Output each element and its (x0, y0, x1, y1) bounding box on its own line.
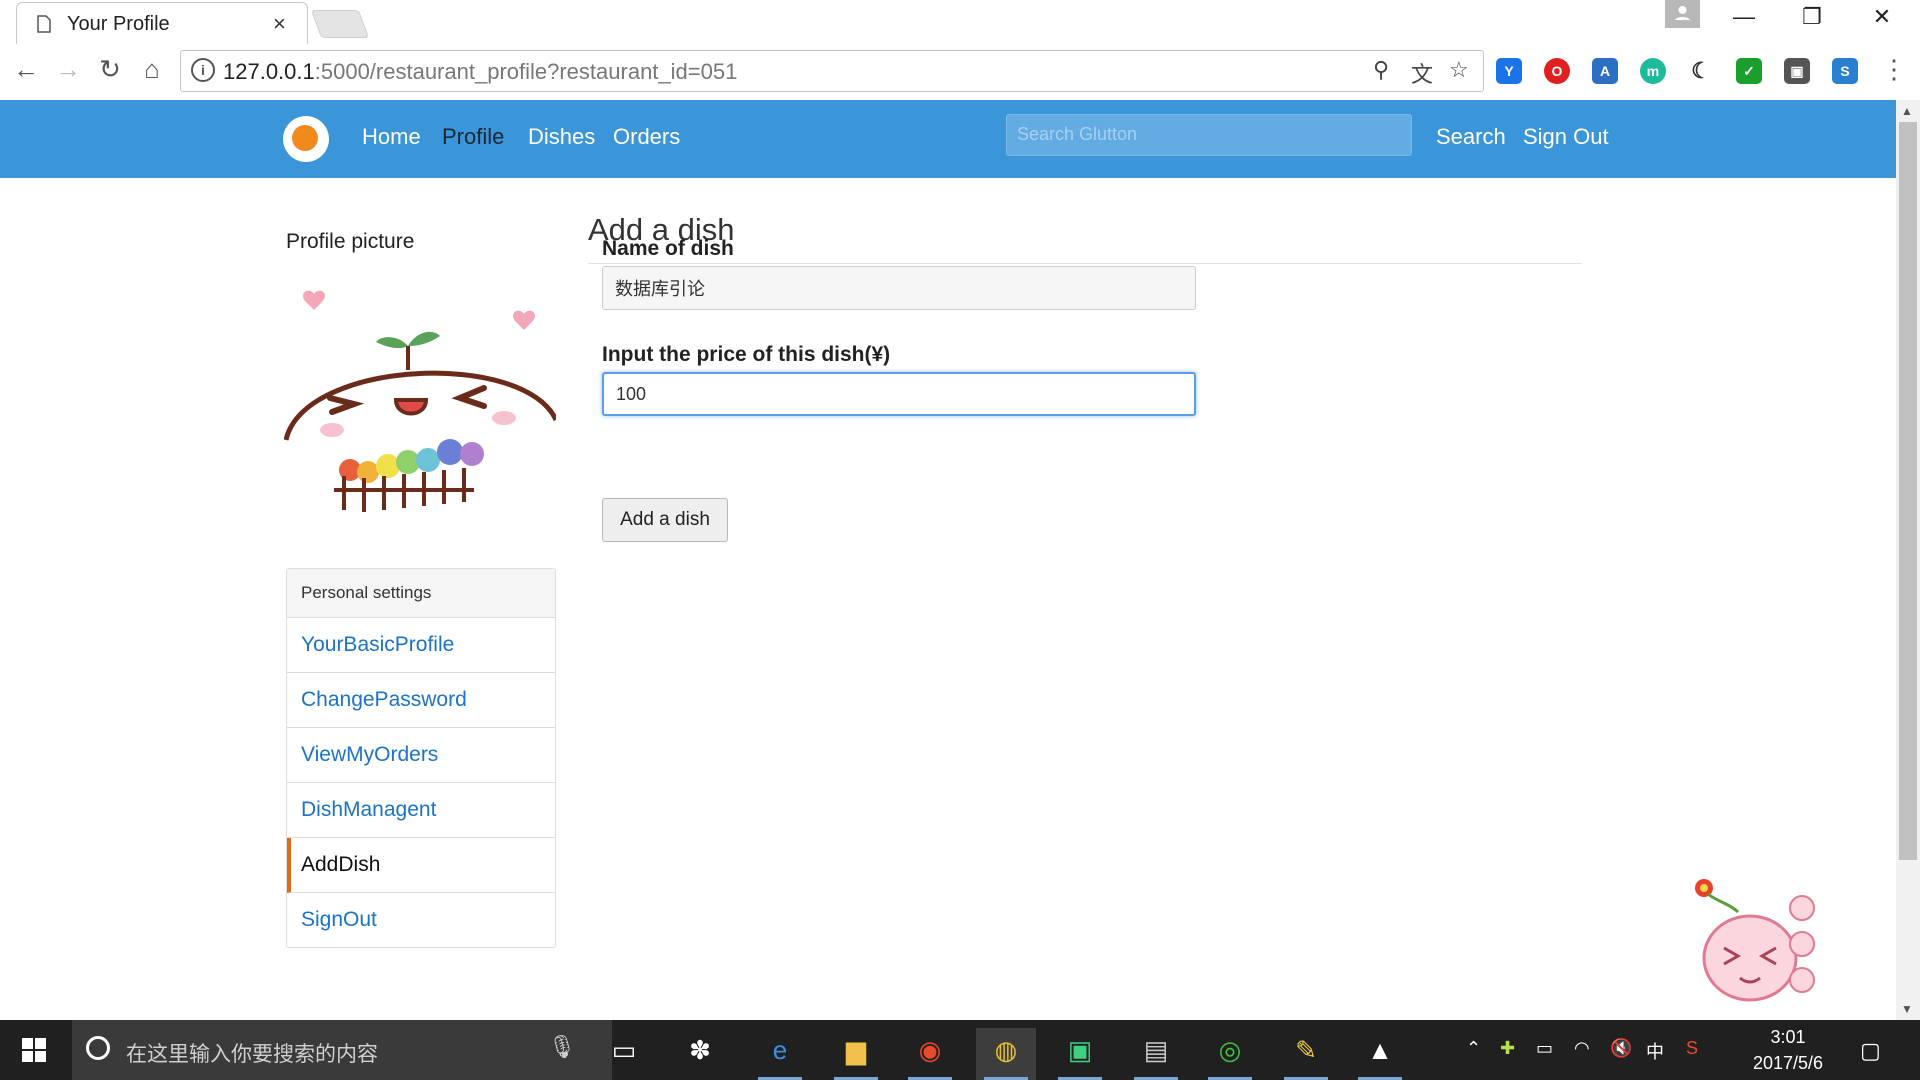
forward-icon[interactable]: → (50, 54, 86, 85)
cortana-icon (86, 1036, 110, 1060)
close-window-button[interactable]: ✕ (1862, 4, 1902, 30)
scroll-down-icon[interactable]: ▼ (1901, 1002, 1913, 1016)
signout-link[interactable]: Sign Out (1523, 124, 1609, 150)
url-host: 127.0.0.1 (223, 59, 315, 84)
user-profile-icon[interactable] (1665, 0, 1700, 28)
profile-picture-title: Profile picture (286, 230, 415, 253)
add-dish-button[interactable]: Add a dish (602, 498, 728, 542)
dish-price-input[interactable] (602, 372, 1196, 416)
terminal-icon[interactable]: ▤ (1126, 1028, 1186, 1080)
wechat-icon[interactable]: ◎ (1200, 1028, 1260, 1080)
sidebar-item-changepassword[interactable]: ChangePassword (287, 673, 555, 728)
extension-adblock-icon[interactable]: O (1544, 58, 1570, 84)
bookmark-star-icon[interactable]: ☆ (1449, 57, 1469, 83)
minimize-button[interactable]: — (1724, 4, 1764, 30)
dish-name-label: Name of dish (602, 237, 734, 260)
windows-taskbar: 在这里输入你要搜索的内容 🎙 ▭ ✽ e ▆ ◉ ◍ ▣ ▤ ◎ ✎ ▲ ⌃ ✚… (0, 1020, 1920, 1080)
nav-profile-link[interactable]: Profile (442, 124, 504, 150)
clock-time: 3:01 (1770, 1027, 1806, 1047)
scroll-thumb[interactable] (1899, 122, 1917, 860)
extension-s-icon[interactable]: S (1832, 58, 1858, 84)
home-icon[interactable]: ⌂ (134, 54, 170, 85)
nav-home-link[interactable]: Home (362, 124, 421, 150)
info-icon[interactable]: i (191, 58, 215, 82)
restore-button[interactable]: ❐ (1792, 4, 1832, 30)
pinwheel-app-icon[interactable]: ✽ (670, 1028, 730, 1080)
sidebar-item-dishmanagent[interactable]: DishManagent (287, 783, 555, 838)
photos-app-icon[interactable]: ▲ (1350, 1028, 1410, 1080)
sogou-input-icon[interactable]: S (1686, 1038, 1698, 1059)
battery-icon[interactable]: ▭ (1536, 1038, 1553, 1059)
volume-muted-icon[interactable]: 🔇 (1610, 1038, 1632, 1059)
sidebar-item-adddish[interactable]: AddDish (287, 838, 555, 893)
extension-shield-icon[interactable]: ✓ (1736, 58, 1762, 84)
music-app-icon[interactable]: ◉ (900, 1028, 960, 1080)
site-logo-icon[interactable] (283, 116, 329, 162)
task-view-icon[interactable]: ▭ (594, 1028, 654, 1080)
site-search-box (1006, 114, 1412, 156)
extension-y-icon[interactable]: Y (1496, 58, 1522, 84)
browser-toolbar: ← → ↻ ⌂ i 127.0.0.1:5000/restaurant_prof… (0, 44, 1920, 101)
tray-expand-icon[interactable]: ⌃ (1466, 1038, 1481, 1059)
tab-close-icon[interactable]: × (273, 11, 286, 37)
mascot-sticker-image (1695, 879, 1815, 1002)
notification-center-icon[interactable]: ▢ (1860, 1038, 1881, 1064)
page-scrollbar[interactable]: ▲ ▼ (1896, 100, 1920, 1020)
chrome-browser-icon[interactable]: ◍ (976, 1028, 1036, 1080)
settings-heading: Personal settings (287, 569, 555, 618)
extension-translate-icon[interactable]: A (1592, 58, 1618, 84)
extension-m-icon[interactable]: m (1640, 58, 1666, 84)
pycharm-icon[interactable]: ▣ (1050, 1028, 1110, 1080)
menu-icon[interactable]: ⋮ (1876, 54, 1912, 85)
clock-date: 2017/5/6 (1752, 1053, 1824, 1073)
taskbar-clock[interactable]: 3:01 2017/5/6 (1728, 1024, 1848, 1076)
site-search-input[interactable] (1007, 115, 1407, 153)
sidebar-item-yourbasicprofile[interactable]: YourBasicProfile (287, 618, 555, 673)
profile-avatar-image (284, 290, 556, 512)
dish-price-label: Input the price of this dish(¥) (602, 343, 891, 366)
reload-icon[interactable]: ↻ (92, 54, 128, 85)
sidebar-item-signout[interactable]: SignOut (287, 893, 555, 947)
windows-start-icon[interactable] (22, 1038, 46, 1062)
tab-title: Your Profile (67, 13, 170, 35)
extension-moon-icon[interactable]: ☾ (1688, 58, 1714, 84)
dish-name-input[interactable] (602, 266, 1196, 310)
web-page: Home Profile Dishes Orders Search Sign O… (0, 100, 1896, 1020)
page-icon (37, 15, 51, 33)
nav-orders-link[interactable]: Orders (613, 124, 680, 150)
microphone-icon[interactable]: 🎙 (548, 1034, 576, 1060)
back-icon[interactable]: ← (8, 54, 44, 85)
browser-tab[interactable]: Your Profile × (16, 2, 308, 45)
wifi-icon[interactable]: ◠ (1574, 1038, 1590, 1059)
ime-indicator[interactable]: 中 (1646, 1038, 1664, 1064)
zoom-icon[interactable]: ⚲ (1373, 57, 1389, 83)
url-path: :5000/restaurant_profile?restaurant_id=0… (314, 59, 738, 84)
title-divider (588, 263, 1582, 264)
search-link[interactable]: Search (1436, 124, 1506, 150)
cortana-placeholder: 在这里输入你要搜索的内容 (126, 1043, 378, 1066)
translate-icon[interactable]: 文 (1411, 57, 1433, 89)
file-explorer-icon[interactable]: ▆ (826, 1028, 886, 1080)
notes-app-icon[interactable]: ✎ (1276, 1028, 1336, 1080)
tray-plus-icon[interactable]: ✚ (1500, 1038, 1515, 1059)
scroll-up-icon[interactable]: ▲ (1901, 104, 1913, 118)
edge-browser-icon[interactable]: e (750, 1028, 810, 1080)
site-navbar: Home Profile Dishes Orders Search Sign O… (0, 100, 1896, 178)
browser-tab-strip: Your Profile × — ❐ ✕ (0, 0, 1920, 45)
url-text[interactable]: 127.0.0.1:5000/restaurant_profile?restau… (223, 59, 737, 85)
new-tab-button[interactable] (310, 10, 370, 38)
address-bar[interactable]: i 127.0.0.1:5000/restaurant_profile?rest… (180, 50, 1484, 92)
sidebar-item-viewmyorders[interactable]: ViewMyOrders (287, 728, 555, 783)
cortana-search-box[interactable]: 在这里输入你要搜索的内容 🎙 (72, 1020, 612, 1080)
person-icon (1675, 6, 1690, 20)
settings-list: Personal settings YourBasicProfile Chang… (286, 568, 556, 948)
nav-dishes-link[interactable]: Dishes (528, 124, 595, 150)
extension-puzzle-icon[interactable]: ▣ (1784, 58, 1810, 84)
